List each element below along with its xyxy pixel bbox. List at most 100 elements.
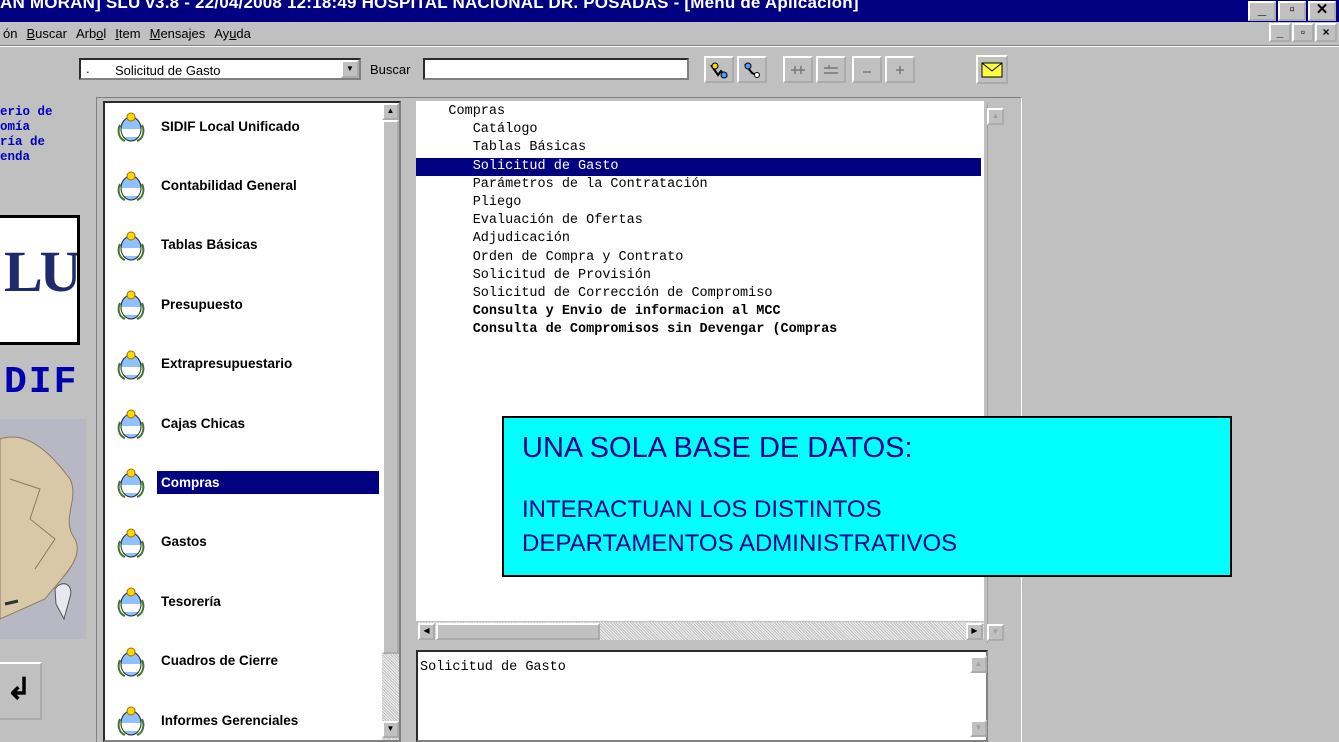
module-item[interactable]: Informes Gerenciales [105,699,385,740]
find-next-button[interactable] [737,56,767,83]
desc-scroll-up-icon[interactable]: ▲ [970,656,987,673]
menu-item[interactable]: Arbol [76,26,106,41]
tree-scroll-right-icon[interactable]: ▶ [966,623,983,640]
menu-item[interactable]: ón [3,26,17,41]
module-item[interactable]: Cuadros de Cierre [105,640,385,682]
argentina-coat-of-arms-icon [117,230,145,265]
tree-item[interactable]: Tablas Básicas [416,139,586,157]
module-item[interactable]: Tesorería [105,580,385,622]
expand-button[interactable] [885,56,915,83]
module-item[interactable]: Cajas Chicas [105,402,385,444]
slu-logo-mark: LU [4,239,79,304]
logo-panel: erio de omía ría de enda LU DIF ↲ [0,97,92,742]
search-label: Buscar [370,62,411,77]
module-label: Tablas Básicas [161,237,258,253]
desc-scroll-down-icon[interactable]: ▼ [970,720,987,737]
modules-list: SIDIF Local Unificado Contabilidad Genera… [103,101,401,742]
expand-all-icon [791,65,805,74]
tree-scroll-down-icon[interactable]: ▼ [987,624,1004,641]
module-item[interactable]: Gastos [105,521,385,563]
argentina-coat-of-arms-icon [117,349,145,384]
expand-all-button[interactable] [783,56,813,83]
module-label: Extrapresupuestario [161,356,293,372]
argentina-coat-of-arms-icon [117,705,145,740]
collapse-all-button[interactable] [816,56,846,83]
argentina-coat-of-arms-icon [117,289,145,324]
tree-item[interactable]: Solicitud de Corrección de Compromiso [416,285,773,303]
menu-bar: ón Buscar Arbol Item Mensajes Ayuda [0,22,1339,44]
callout-line-2: DEPARTAMENTOS ADMINISTRATIVOS [522,530,958,557]
module-item[interactable]: SIDIF Local Unificado [105,105,385,147]
callout-heading: UNA SOLA BASE DE DATOS: [522,432,913,464]
module-combo[interactable]: . Solicitud de Gasto ▼ [79,58,361,80]
tree-hscroll-thumb[interactable] [436,623,600,640]
menu-item[interactable]: Item [115,26,140,41]
minimize-button[interactable]: _ [1248,1,1276,21]
argentina-coat-of-arms-icon [117,586,145,621]
module-label: Compras [157,470,379,494]
tree-item[interactable]: Consulta de Compromisos sin Devengar (Co… [416,321,838,339]
tree-item[interactable]: Compras [416,103,505,121]
mdi-minimize-button[interactable]: _ [1269,23,1291,42]
module-item[interactable]: Contabilidad General [105,164,385,206]
module-label: Tesorería [161,593,221,609]
mdi-close-button[interactable]: × [1315,23,1337,42]
argentina-coat-of-arms-icon [117,527,145,562]
collapse-all-icon [824,64,838,74]
description-box: Solicitud de Gasto ▲ ▼ [416,650,988,742]
dropdown-arrow-icon[interactable]: ▼ [341,60,359,78]
module-item[interactable]: Presupuesto [105,283,385,325]
modules-scroll-down-icon[interactable]: ▼ [382,721,399,738]
mail-button[interactable] [976,55,1008,84]
window-controls: _ ▫ ✕ [1248,1,1336,21]
argentina-coat-of-arms-icon [117,170,145,205]
menu-separator [0,45,1339,47]
maximize-button[interactable]: ▫ [1278,1,1306,21]
menu-item[interactable]: Buscar [26,26,66,41]
module-label: Gastos [161,534,207,550]
mail-icon [981,62,1003,77]
ministry-text: erio de omía ría de enda [0,105,53,164]
tree-item[interactable]: Parámetros de la Contratación [416,176,708,194]
find-icon [710,62,728,78]
menu-item[interactable]: Ayuda [214,26,251,41]
collapse-button[interactable] [852,56,882,83]
tree-item[interactable]: Solicitud de Gasto [416,157,981,176]
tree-item[interactable]: Consulta y Envio de informacion al MCC [416,303,781,321]
argentina-coat-of-arms-icon [117,467,145,502]
sidif-logo-text: DIF [4,361,79,404]
window-title: AN MORAN] SLU v3.8 - 22/04/2008 12:18:49… [0,0,859,12]
close-button[interactable]: ✕ [1308,1,1336,21]
tree-item[interactable]: Evaluación de Ofertas [416,212,643,230]
mdi-restore-button[interactable]: ▫ [1292,23,1314,42]
modules-scroll-thumb[interactable] [382,120,399,654]
argentina-map-icon [0,419,86,639]
slu-logo: LU [0,215,80,345]
module-item[interactable]: Extrapresupuestario [105,343,385,385]
tree-item[interactable]: Orden de Compra y Contrato [416,249,684,267]
find-button[interactable] [704,56,734,83]
calculator-button[interactable]: ↲ [0,662,42,720]
collapse-icon [863,70,871,73]
tree-item[interactable]: Solicitud de Provisión [416,267,651,285]
expand-icon [896,65,904,74]
tree-scroll-left-icon[interactable]: ◀ [418,623,435,640]
combo-prefix: . [86,61,90,76]
search-input[interactable] [423,58,689,80]
menu-item[interactable]: Mensajes [150,26,206,41]
module-item[interactable]: Compras [105,461,385,503]
argentina-coat-of-arms-icon [117,646,145,681]
module-item[interactable]: Tablas Básicas [105,224,385,266]
module-label: Cuadros de Cierre [161,653,279,669]
tree-item[interactable]: Adjudicación [416,230,570,248]
callout-box: UNA SOLA BASE DE DATOS: INTERACTUAN LOS … [502,416,1232,577]
mdi-controls: _ ▫ × [1269,23,1337,42]
modules-scroll-up-icon[interactable]: ▲ [382,103,399,120]
tree-item[interactable]: Pliego [416,194,522,212]
tree-item[interactable]: Catálogo [416,121,538,139]
find-next-icon [744,62,760,78]
module-label: Presupuesto [161,296,243,312]
argentina-coat-of-arms-icon [117,408,145,443]
tree-scroll-up-icon[interactable]: ▲ [987,108,1004,125]
title-bar: AN MORAN] SLU v3.8 - 22/04/2008 12:18:49… [0,0,1339,22]
